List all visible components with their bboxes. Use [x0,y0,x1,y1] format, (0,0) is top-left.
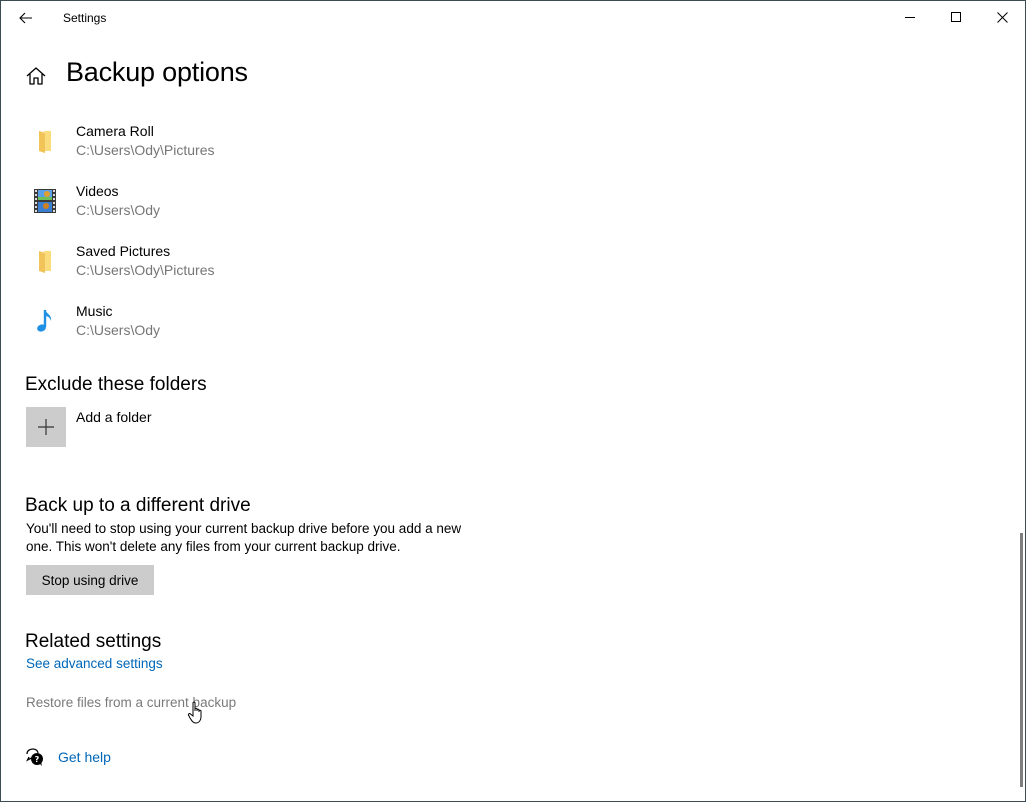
folder-icon [39,251,51,273]
add-folder-button[interactable]: Add a folder [26,407,326,447]
maximize-button[interactable] [933,1,979,33]
minimize-icon [905,17,915,18]
folder-item-saved-pictures[interactable]: Saved Pictures C:\Users\Ody\Pictures [25,241,425,293]
folder-name: Camera Roll [76,123,154,139]
help-chat-icon: ? [26,748,43,766]
scrollbar-thumb[interactable] [1020,533,1023,787]
svg-text:?: ? [35,755,40,764]
folder-path: C:\Users\Ody\Pictures [76,262,215,278]
stop-using-drive-button[interactable]: Stop using drive [26,565,154,595]
home-button[interactable] [25,65,47,87]
back-button[interactable] [9,3,43,33]
exclude-section-title: Exclude these folders [25,374,207,395]
get-help-label: Get help [58,749,111,765]
vertical-scrollbar[interactable] [1019,1,1025,801]
folder-path: C:\Users\Ody\Pictures [76,142,215,158]
folder-name: Saved Pictures [76,243,171,259]
folder-path: C:\Users\Ody [76,202,161,218]
add-folder-tile[interactable] [26,407,66,447]
plus-icon [38,419,54,435]
maximize-icon [951,12,961,22]
folder-path: C:\Users\Ody [76,322,161,338]
back-arrow-icon [19,12,32,24]
home-icon [26,67,46,85]
different-drive-description: You'll need to stop using your current b… [26,521,462,554]
folder-item-videos[interactable]: Videos C:\Users\Ody [25,181,425,233]
folder-name: Music [76,303,113,319]
see-advanced-settings-link[interactable]: See advanced settings [26,656,163,671]
get-help-link[interactable]: ? Get help [25,747,225,769]
folder-item-music[interactable]: Music C:\Users\Ody [25,301,425,353]
page-header: Backup options [1,53,601,97]
videos-icon [34,189,56,213]
app-title: Settings [63,11,107,25]
settings-window: Settings Backup options Camera Roll C:\U… [0,0,1026,802]
folder-icon [39,131,51,153]
different-drive-title: Back up to a different drive [25,495,251,516]
page-title: Backup options [66,57,248,87]
title-bar: Settings [1,1,1025,35]
folder-name: Videos [76,183,119,199]
close-icon [996,11,1008,23]
folder-item-camera-roll[interactable]: Camera Roll C:\Users\Ody\Pictures [25,121,425,173]
music-icon [37,310,52,332]
restore-files-link[interactable]: Restore files from a current backup [26,695,236,710]
related-settings-title: Related settings [25,631,162,652]
minimize-button[interactable] [887,1,933,33]
add-folder-label: Add a folder [76,409,152,425]
